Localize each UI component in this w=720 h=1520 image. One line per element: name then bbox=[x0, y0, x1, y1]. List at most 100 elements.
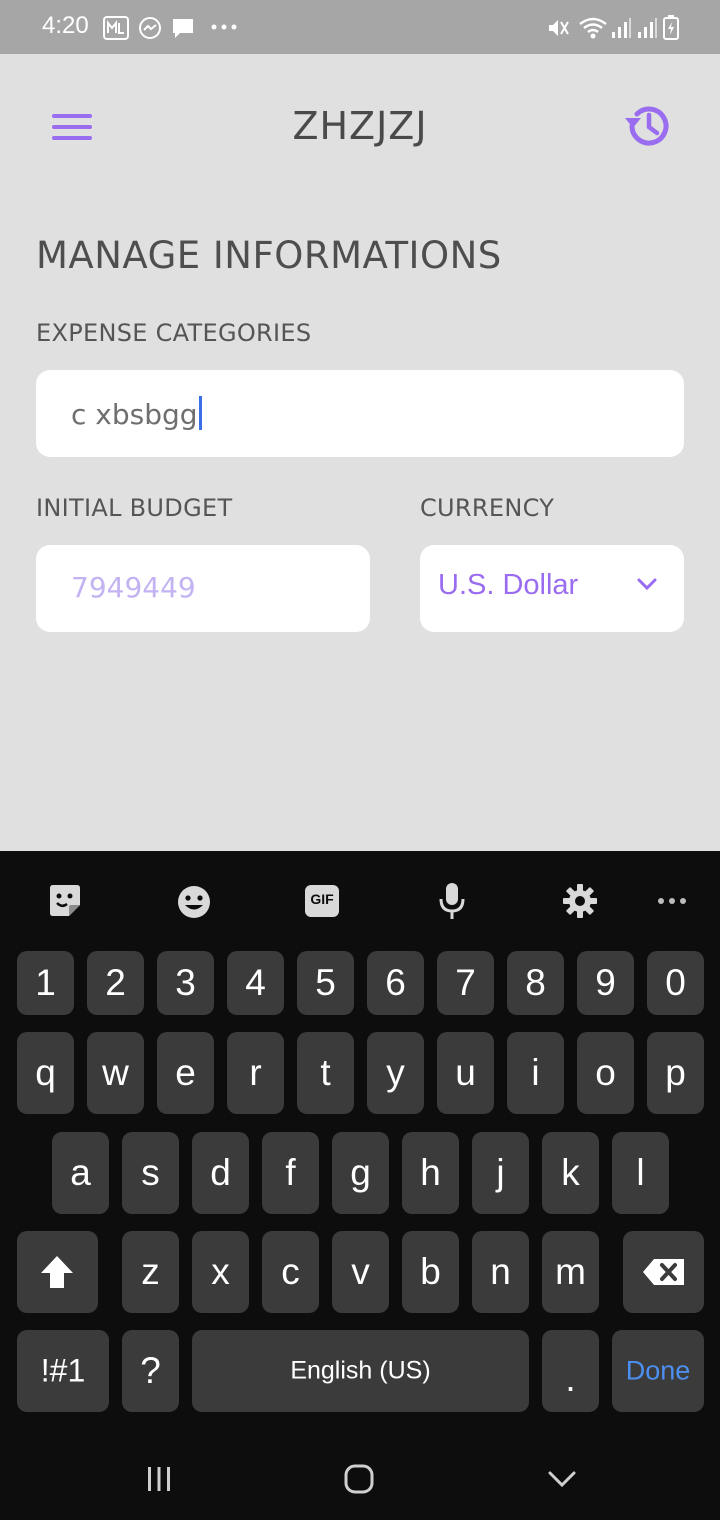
wifi-icon bbox=[579, 17, 607, 39]
key-label: i bbox=[531, 1052, 540, 1093]
key-t[interactable]: t bbox=[297, 1032, 354, 1114]
initial-budget-placeholder: 7949449 bbox=[71, 571, 196, 604]
key-l[interactable]: l bbox=[612, 1132, 669, 1214]
key-label: q bbox=[35, 1052, 56, 1093]
status-time: 4:20 bbox=[42, 12, 89, 39]
key-label: s bbox=[141, 1152, 160, 1193]
backspace-key[interactable] bbox=[623, 1231, 704, 1313]
signal-icon bbox=[638, 18, 657, 38]
expense-categories-value: c xbsbgg bbox=[71, 398, 198, 431]
currency-label: CURRENCY bbox=[420, 494, 555, 522]
signal-icon bbox=[612, 18, 631, 38]
key-label: 8 bbox=[525, 962, 546, 1003]
home-icon[interactable] bbox=[343, 1463, 375, 1495]
key-f[interactable]: f bbox=[262, 1132, 319, 1214]
history-icon[interactable] bbox=[622, 100, 674, 152]
recent-apps-icon[interactable] bbox=[145, 1465, 173, 1493]
key-label: v bbox=[351, 1251, 370, 1292]
microphone-icon[interactable] bbox=[436, 881, 468, 921]
currency-select[interactable]: U.S. Dollar bbox=[420, 545, 684, 632]
key-z[interactable]: z bbox=[122, 1231, 179, 1313]
key-2[interactable]: 2 bbox=[87, 951, 144, 1015]
key-5[interactable]: 5 bbox=[297, 951, 354, 1015]
key-9[interactable]: 9 bbox=[577, 951, 634, 1015]
expense-categories-field[interactable]: c xbsbgg bbox=[36, 370, 684, 457]
back-chevron-icon[interactable] bbox=[547, 1469, 577, 1489]
key-7[interactable]: 7 bbox=[437, 951, 494, 1015]
currency-value: U.S. Dollar bbox=[438, 569, 579, 601]
more-dots-icon bbox=[211, 24, 237, 30]
key-label: English (US) bbox=[290, 1356, 431, 1385]
symbols-key[interactable]: !#1 bbox=[17, 1330, 109, 1412]
key-r[interactable]: r bbox=[227, 1032, 284, 1114]
more-icon[interactable] bbox=[657, 897, 687, 905]
gif-icon[interactable]: GIF bbox=[305, 885, 339, 917]
keyboard: GIF 1 2 3 4 5 6 7 8 9 0 q w e r t y u i … bbox=[0, 851, 720, 1441]
key-8[interactable]: 8 bbox=[507, 951, 564, 1015]
key-label: k bbox=[561, 1152, 580, 1193]
battery-charging-icon bbox=[663, 15, 679, 40]
key-a[interactable]: a bbox=[52, 1132, 109, 1214]
mail-icon bbox=[103, 16, 129, 40]
key-p[interactable]: p bbox=[647, 1032, 704, 1114]
key-label: 0 bbox=[665, 962, 686, 1003]
key-label: l bbox=[636, 1152, 645, 1193]
key-label: f bbox=[285, 1152, 296, 1193]
key-label: o bbox=[595, 1052, 616, 1093]
key-u[interactable]: u bbox=[437, 1032, 494, 1114]
key-i[interactable]: i bbox=[507, 1032, 564, 1114]
key-label: . bbox=[565, 1358, 576, 1400]
key-1[interactable]: 1 bbox=[17, 951, 74, 1015]
key-s[interactable]: s bbox=[122, 1132, 179, 1214]
navigation-bar bbox=[0, 1441, 720, 1520]
gif-label: GIF bbox=[310, 891, 334, 907]
space-key[interactable]: English (US) bbox=[192, 1330, 529, 1412]
key-e[interactable]: e bbox=[157, 1032, 214, 1114]
key-k[interactable]: k bbox=[542, 1132, 599, 1214]
done-key[interactable]: Done bbox=[612, 1330, 704, 1412]
question-key[interactable]: ? bbox=[122, 1330, 179, 1412]
app-title: ZHZJZJ bbox=[292, 104, 428, 148]
key-label: x bbox=[211, 1251, 230, 1292]
section-title: MANAGE INFORMATIONS bbox=[36, 234, 502, 277]
key-q[interactable]: q bbox=[17, 1032, 74, 1114]
key-label: a bbox=[70, 1152, 91, 1193]
key-x[interactable]: x bbox=[192, 1231, 249, 1313]
key-label: b bbox=[420, 1251, 441, 1292]
key-j[interactable]: j bbox=[472, 1132, 529, 1214]
key-label: 2 bbox=[105, 962, 126, 1003]
shift-key[interactable] bbox=[17, 1231, 98, 1313]
key-b[interactable]: b bbox=[402, 1231, 459, 1313]
key-label: w bbox=[102, 1052, 129, 1093]
key-label: u bbox=[455, 1052, 476, 1093]
key-y[interactable]: y bbox=[367, 1032, 424, 1114]
key-label: 7 bbox=[455, 962, 476, 1003]
key-n[interactable]: n bbox=[472, 1231, 529, 1313]
key-0[interactable]: 0 bbox=[647, 951, 704, 1015]
key-m[interactable]: m bbox=[542, 1231, 599, 1313]
key-v[interactable]: v bbox=[332, 1231, 389, 1313]
key-label: 3 bbox=[175, 962, 196, 1003]
key-d[interactable]: d bbox=[192, 1132, 249, 1214]
period-key[interactable]: . bbox=[542, 1330, 599, 1412]
shift-arrow-icon bbox=[41, 1256, 73, 1288]
key-4[interactable]: 4 bbox=[227, 951, 284, 1015]
key-6[interactable]: 6 bbox=[367, 951, 424, 1015]
key-label: e bbox=[175, 1052, 196, 1093]
key-3[interactable]: 3 bbox=[157, 951, 214, 1015]
key-label: c bbox=[281, 1251, 300, 1292]
expense-categories-label: EXPENSE CATEGORIES bbox=[36, 319, 312, 347]
chat-icon bbox=[173, 19, 193, 38]
key-h[interactable]: h bbox=[402, 1132, 459, 1214]
chevron-down-icon bbox=[637, 578, 657, 591]
key-w[interactable]: w bbox=[87, 1032, 144, 1114]
key-o[interactable]: o bbox=[577, 1032, 634, 1114]
settings-icon[interactable] bbox=[562, 883, 598, 919]
initial-budget-field[interactable]: 7949449 bbox=[36, 545, 370, 632]
key-g[interactable]: g bbox=[332, 1132, 389, 1214]
messenger-icon bbox=[139, 17, 161, 39]
sticker-icon[interactable] bbox=[47, 883, 83, 919]
key-c[interactable]: c bbox=[262, 1231, 319, 1313]
key-label: h bbox=[420, 1152, 441, 1193]
emoji-icon[interactable] bbox=[176, 884, 212, 920]
